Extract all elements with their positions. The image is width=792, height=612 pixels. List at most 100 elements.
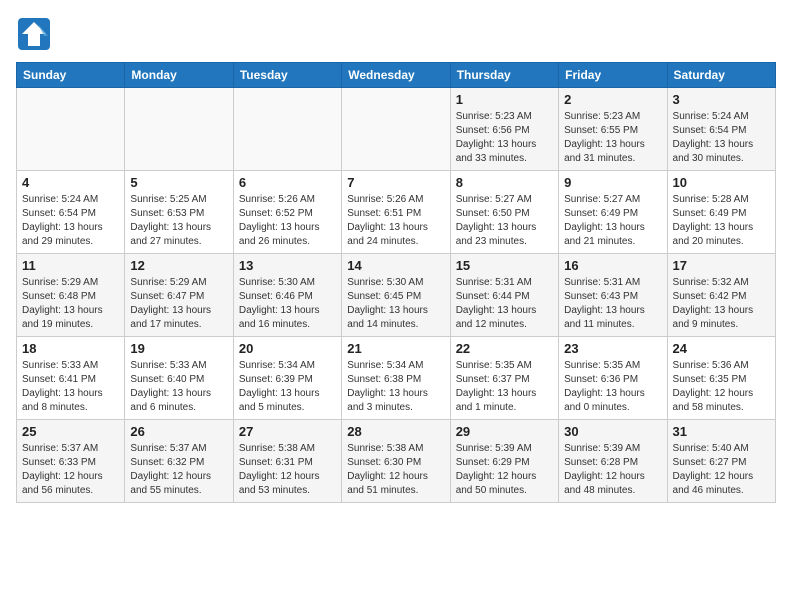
day-number: 17	[673, 258, 770, 273]
day-number: 6	[239, 175, 336, 190]
day-info: Sunrise: 5:40 AMSunset: 6:27 PMDaylight:…	[673, 442, 770, 498]
day-info: Sunrise: 5:23 AMSunset: 6:56 PMDaylight:…	[456, 110, 553, 166]
header-day-saturday: Saturday	[667, 63, 775, 88]
day-info: Sunrise: 5:38 AMSunset: 6:30 PMDaylight:…	[347, 442, 444, 498]
day-number: 22	[456, 341, 553, 356]
day-info: Sunrise: 5:31 AMSunset: 6:44 PMDaylight:…	[456, 276, 553, 332]
day-number: 13	[239, 258, 336, 273]
day-cell-31: 31 Sunrise: 5:40 AMSunset: 6:27 PMDayligh…	[667, 420, 775, 503]
day-cell-20: 20 Sunrise: 5:34 AMSunset: 6:39 PMDayligh…	[233, 337, 341, 420]
day-number: 2	[564, 92, 661, 107]
header-day-monday: Monday	[125, 63, 233, 88]
day-cell-26: 26 Sunrise: 5:37 AMSunset: 6:32 PMDayligh…	[125, 420, 233, 503]
day-number: 16	[564, 258, 661, 273]
day-info: Sunrise: 5:28 AMSunset: 6:49 PMDaylight:…	[673, 193, 770, 249]
day-number: 8	[456, 175, 553, 190]
day-info: Sunrise: 5:29 AMSunset: 6:48 PMDaylight:…	[22, 276, 119, 332]
day-info: Sunrise: 5:26 AMSunset: 6:52 PMDaylight:…	[239, 193, 336, 249]
day-info: Sunrise: 5:33 AMSunset: 6:40 PMDaylight:…	[130, 359, 227, 415]
day-info: Sunrise: 5:24 AMSunset: 6:54 PMDaylight:…	[673, 110, 770, 166]
day-cell-16: 16 Sunrise: 5:31 AMSunset: 6:43 PMDayligh…	[559, 254, 667, 337]
day-cell-15: 15 Sunrise: 5:31 AMSunset: 6:44 PMDayligh…	[450, 254, 558, 337]
day-number: 14	[347, 258, 444, 273]
day-number: 4	[22, 175, 119, 190]
day-info: Sunrise: 5:34 AMSunset: 6:38 PMDaylight:…	[347, 359, 444, 415]
day-number: 1	[456, 92, 553, 107]
day-number: 20	[239, 341, 336, 356]
day-cell-30: 30 Sunrise: 5:39 AMSunset: 6:28 PMDayligh…	[559, 420, 667, 503]
day-info: Sunrise: 5:26 AMSunset: 6:51 PMDaylight:…	[347, 193, 444, 249]
day-info: Sunrise: 5:34 AMSunset: 6:39 PMDaylight:…	[239, 359, 336, 415]
day-info: Sunrise: 5:39 AMSunset: 6:28 PMDaylight:…	[564, 442, 661, 498]
day-number: 15	[456, 258, 553, 273]
day-info: Sunrise: 5:31 AMSunset: 6:43 PMDaylight:…	[564, 276, 661, 332]
day-number: 21	[347, 341, 444, 356]
header-day-tuesday: Tuesday	[233, 63, 341, 88]
day-number: 26	[130, 424, 227, 439]
header-day-thursday: Thursday	[450, 63, 558, 88]
day-cell-2: 2 Sunrise: 5:23 AMSunset: 6:55 PMDaylight…	[559, 88, 667, 171]
day-cell-27: 27Sunrise: 5:38 AMSunset: 6:31 PMDayligh…	[233, 420, 341, 503]
day-cell-5: 5 Sunrise: 5:25 AMSunset: 6:53 PMDaylight…	[125, 171, 233, 254]
day-number: 11	[22, 258, 119, 273]
day-cell-19: 19Sunrise: 5:33 AMSunset: 6:40 PMDayligh…	[125, 337, 233, 420]
calendar-header: SundayMondayTuesdayWednesdayThursdayFrid…	[17, 63, 776, 88]
day-cell-28: 28 Sunrise: 5:38 AMSunset: 6:30 PMDayligh…	[342, 420, 450, 503]
day-info: Sunrise: 5:29 AMSunset: 6:47 PMDaylight:…	[130, 276, 227, 332]
day-cell-14: 14Sunrise: 5:30 AMSunset: 6:45 PMDayligh…	[342, 254, 450, 337]
day-info: Sunrise: 5:23 AMSunset: 6:55 PMDaylight:…	[564, 110, 661, 166]
day-number: 9	[564, 175, 661, 190]
day-number: 3	[673, 92, 770, 107]
day-cell-21: 21 Sunrise: 5:34 AMSunset: 6:38 PMDayligh…	[342, 337, 450, 420]
day-number: 10	[673, 175, 770, 190]
day-cell-18: 18 Sunrise: 5:33 AMSunset: 6:41 PMDayligh…	[17, 337, 125, 420]
logo	[16, 16, 56, 52]
day-info: Sunrise: 5:32 AMSunset: 6:42 PMDaylight:…	[673, 276, 770, 332]
day-cell-24: 24Sunrise: 5:36 AMSunset: 6:35 PMDayligh…	[667, 337, 775, 420]
day-info: Sunrise: 5:30 AMSunset: 6:46 PMDaylight:…	[239, 276, 336, 332]
day-cell-10: 10 Sunrise: 5:28 AMSunset: 6:49 PMDayligh…	[667, 171, 775, 254]
logo-icon	[16, 16, 52, 52]
day-cell-25: 25 Sunrise: 5:37 AMSunset: 6:33 PMDayligh…	[17, 420, 125, 503]
day-number: 23	[564, 341, 661, 356]
day-cell-13: 13 Sunrise: 5:30 AMSunset: 6:46 PMDayligh…	[233, 254, 341, 337]
day-cell-11: 11 Sunrise: 5:29 AMSunset: 6:48 PMDayligh…	[17, 254, 125, 337]
day-number: 5	[130, 175, 227, 190]
day-cell-29: 29 Sunrise: 5:39 AMSunset: 6:29 PMDayligh…	[450, 420, 558, 503]
day-cell-7: 7 Sunrise: 5:26 AMSunset: 6:51 PMDaylight…	[342, 171, 450, 254]
day-info: Sunrise: 5:25 AMSunset: 6:53 PMDaylight:…	[130, 193, 227, 249]
day-cell-empty	[125, 88, 233, 171]
day-cell-6: 6 Sunrise: 5:26 AMSunset: 6:52 PMDaylight…	[233, 171, 341, 254]
week-row-3: 18 Sunrise: 5:33 AMSunset: 6:41 PMDayligh…	[17, 337, 776, 420]
day-number: 7	[347, 175, 444, 190]
day-info: Sunrise: 5:33 AMSunset: 6:41 PMDaylight:…	[22, 359, 119, 415]
header-day-wednesday: Wednesday	[342, 63, 450, 88]
day-cell-3: 3 Sunrise: 5:24 AMSunset: 6:54 PMDaylight…	[667, 88, 775, 171]
day-number: 31	[673, 424, 770, 439]
week-row-4: 25 Sunrise: 5:37 AMSunset: 6:33 PMDayligh…	[17, 420, 776, 503]
day-cell-empty	[233, 88, 341, 171]
day-cell-1: 1 Sunrise: 5:23 AMSunset: 6:56 PMDaylight…	[450, 88, 558, 171]
day-info: Sunrise: 5:37 AMSunset: 6:33 PMDaylight:…	[22, 442, 119, 498]
day-number: 25	[22, 424, 119, 439]
day-cell-17: 17 Sunrise: 5:32 AMSunset: 6:42 PMDayligh…	[667, 254, 775, 337]
day-info: Sunrise: 5:36 AMSunset: 6:35 PMDaylight:…	[673, 359, 770, 415]
week-row-1: 4Sunrise: 5:24 AMSunset: 6:54 PMDaylight…	[17, 171, 776, 254]
day-number: 30	[564, 424, 661, 439]
day-info: Sunrise: 5:37 AMSunset: 6:32 PMDaylight:…	[130, 442, 227, 498]
day-number: 18	[22, 341, 119, 356]
day-info: Sunrise: 5:39 AMSunset: 6:29 PMDaylight:…	[456, 442, 553, 498]
header-day-friday: Friday	[559, 63, 667, 88]
day-cell-4: 4Sunrise: 5:24 AMSunset: 6:54 PMDaylight…	[17, 171, 125, 254]
day-info: Sunrise: 5:38 AMSunset: 6:31 PMDaylight:…	[239, 442, 336, 498]
day-number: 28	[347, 424, 444, 439]
day-cell-8: 8 Sunrise: 5:27 AMSunset: 6:50 PMDaylight…	[450, 171, 558, 254]
day-number: 12	[130, 258, 227, 273]
day-number: 29	[456, 424, 553, 439]
header-day-sunday: Sunday	[17, 63, 125, 88]
page-header	[16, 16, 776, 52]
day-info: Sunrise: 5:35 AMSunset: 6:37 PMDaylight:…	[456, 359, 553, 415]
header-row: SundayMondayTuesdayWednesdayThursdayFrid…	[17, 63, 776, 88]
day-info: Sunrise: 5:27 AMSunset: 6:50 PMDaylight:…	[456, 193, 553, 249]
day-cell-empty	[342, 88, 450, 171]
